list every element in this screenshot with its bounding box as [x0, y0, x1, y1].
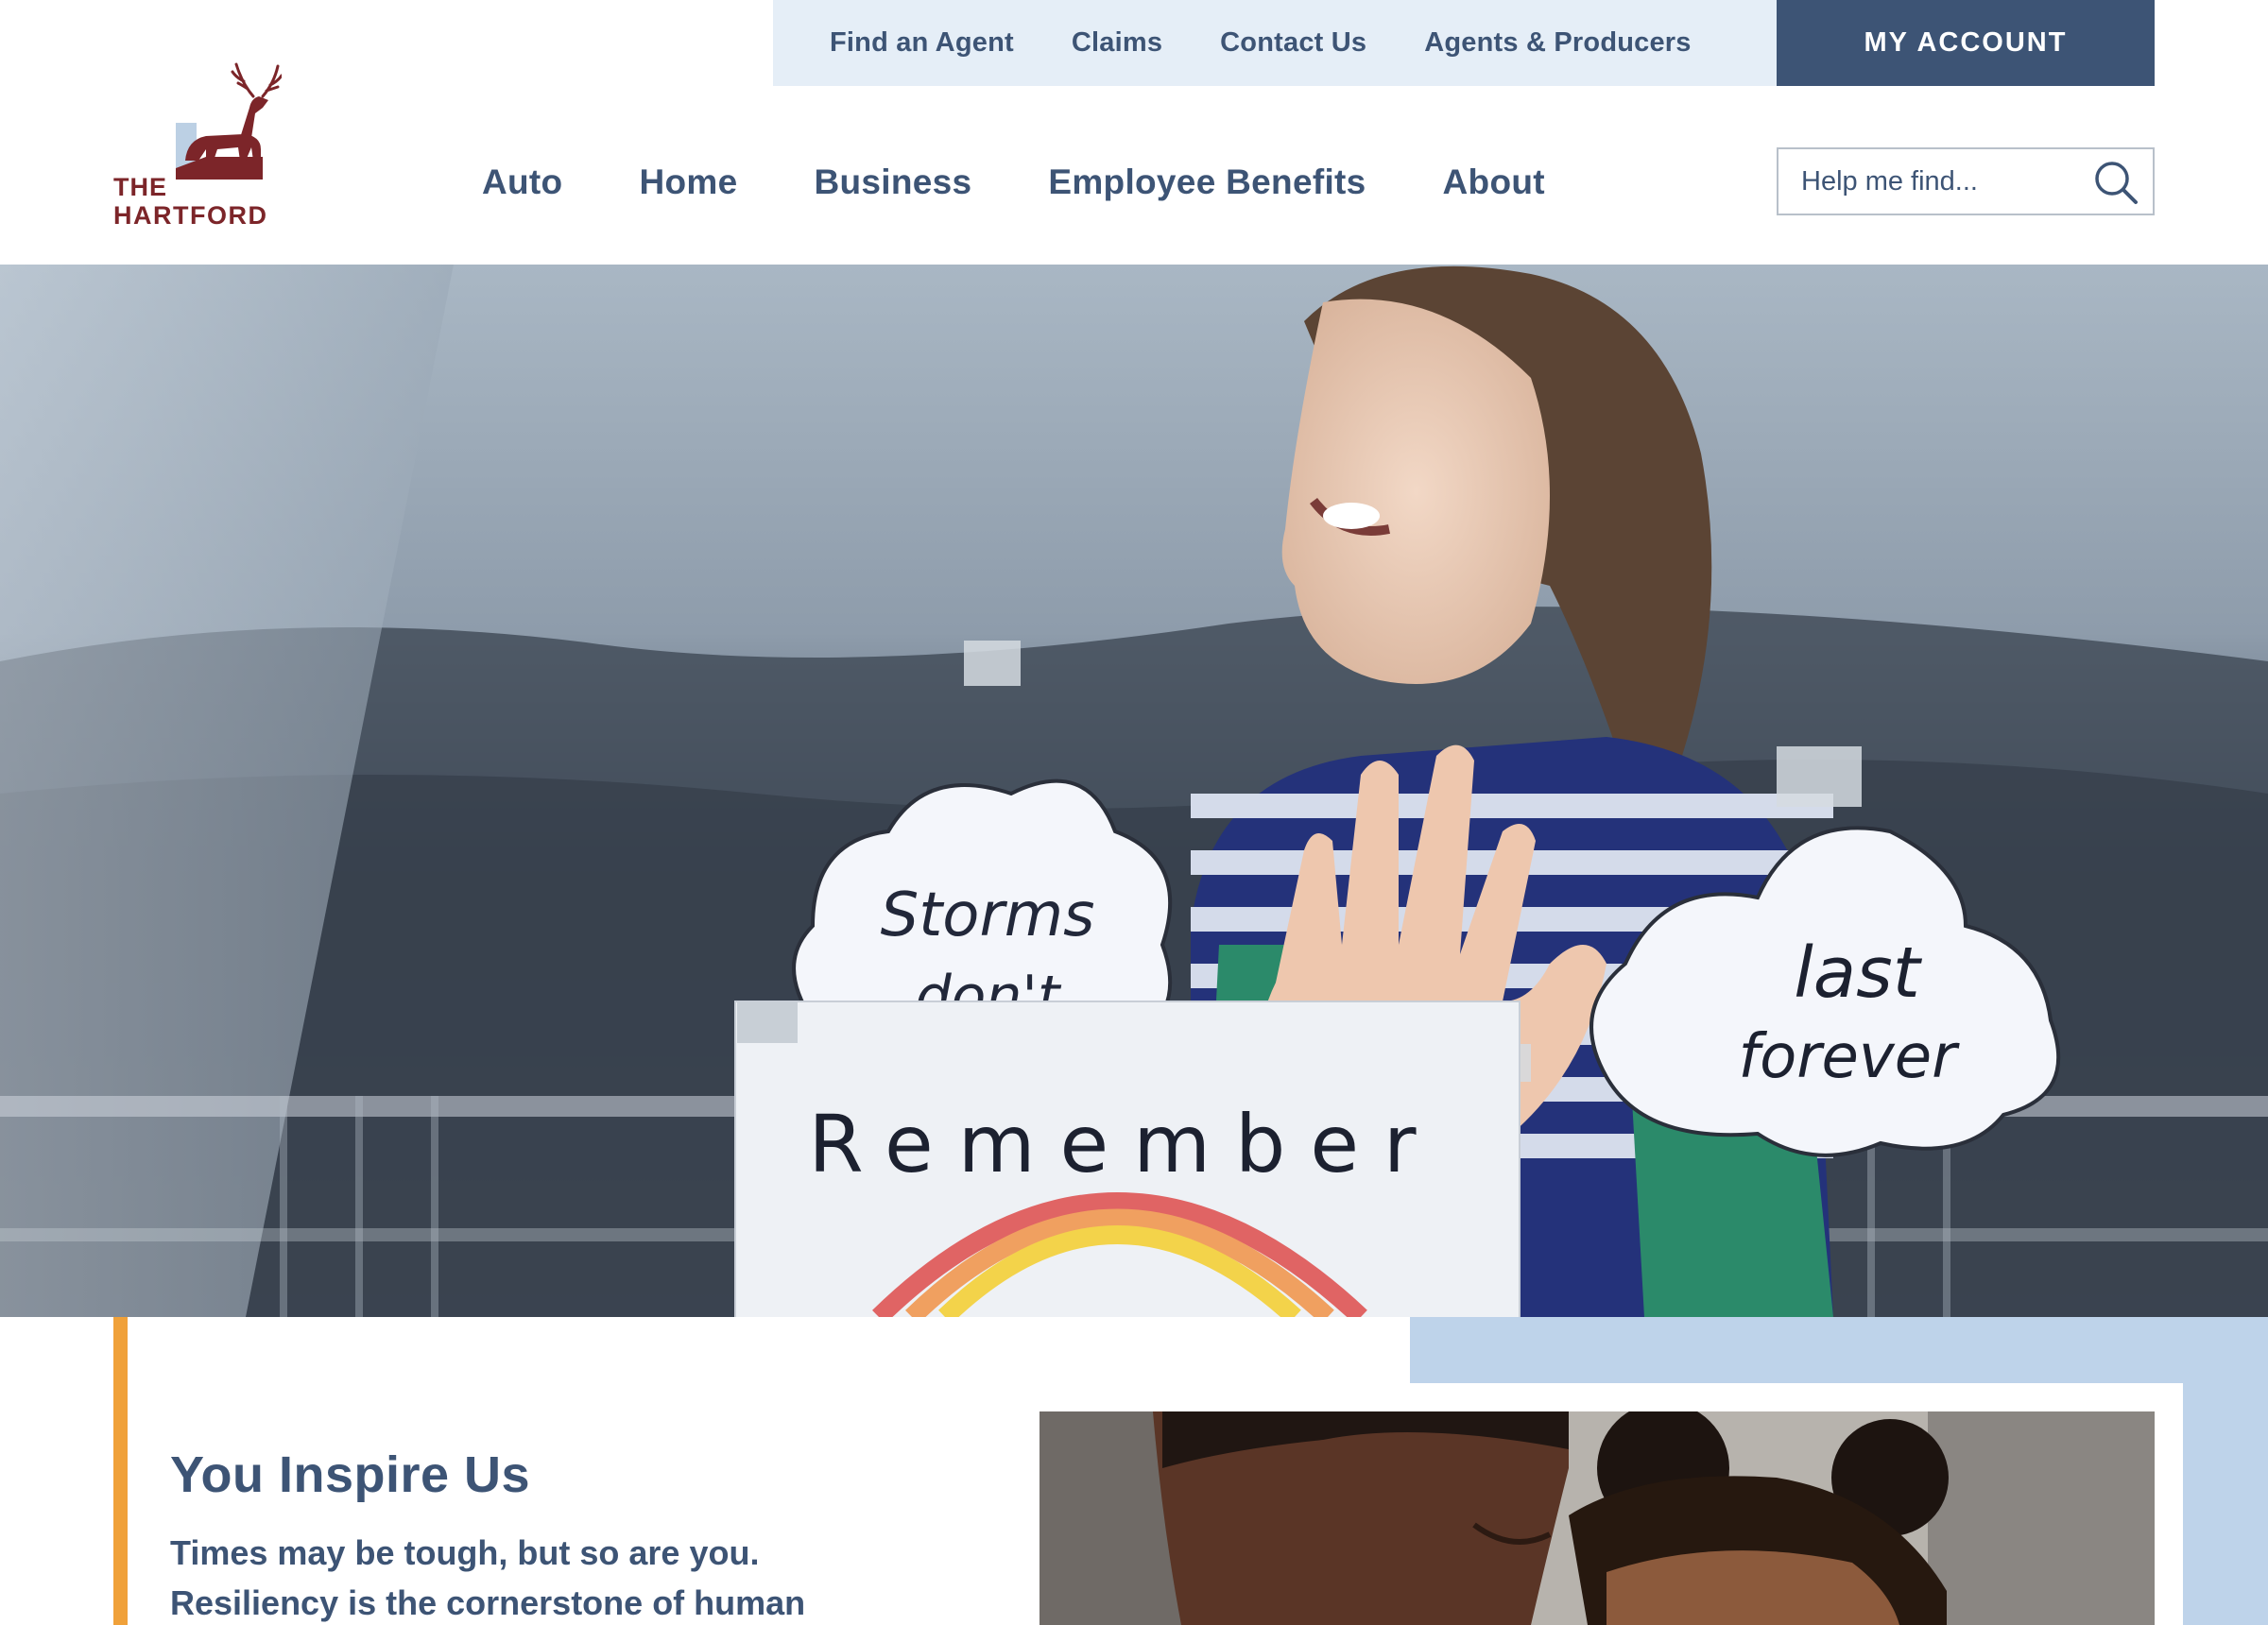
- logo-line-the: THE: [113, 173, 167, 201]
- nav-auto[interactable]: Auto: [482, 162, 562, 202]
- find-an-agent-link[interactable]: Find an Agent: [830, 27, 1014, 59]
- contact-us-link[interactable]: Contact Us: [1220, 27, 1366, 59]
- logo-wordmark: THE HARTFORD: [113, 173, 267, 230]
- note-last: last: [1794, 932, 1922, 1014]
- claims-link[interactable]: Claims: [1072, 27, 1162, 59]
- search-box: [1777, 147, 2155, 215]
- note-forever: forever: [1739, 1022, 1961, 1092]
- main-nav: Auto Home Business Employee Benefits Abo…: [482, 162, 1622, 202]
- utility-nav: Find an Agent Claims Contact Us Agents &…: [773, 0, 1778, 86]
- family-photo-illustration: [1040, 1411, 2155, 1625]
- hartford-logo[interactable]: THE HARTFORD: [112, 55, 282, 234]
- my-account-button[interactable]: MY ACCOUNT: [1777, 0, 2155, 86]
- feature-body: Times may be tough, but so are you. Resi…: [170, 1533, 806, 1622]
- sign-remember: Remember: [808, 1098, 1440, 1190]
- nav-business[interactable]: Business: [814, 162, 971, 202]
- nav-about[interactable]: About: [1443, 162, 1545, 202]
- logo-line-hartford: HARTFORD: [113, 201, 268, 230]
- nav-home[interactable]: Home: [639, 162, 737, 202]
- search-icon[interactable]: [2092, 159, 2139, 206]
- agents-producers-link[interactable]: Agents & Producers: [1424, 27, 1691, 59]
- site-header: Find an Agent Claims Contact Us Agents &…: [0, 0, 2268, 265]
- accent-bar: [113, 1317, 128, 1625]
- family-photo: [1040, 1411, 2155, 1625]
- search-input[interactable]: [1778, 149, 2081, 214]
- nav-employee-benefits[interactable]: Employee Benefits: [1048, 162, 1366, 202]
- hero-illustration: Storms don't last forever Remember: [0, 265, 2268, 1317]
- hero-image: Storms don't last forever Remember: [0, 265, 2268, 1317]
- feature-title: You Inspire Us: [170, 1446, 531, 1503]
- note-storms: Storms: [881, 881, 1095, 950]
- stag-icon: [176, 62, 282, 180]
